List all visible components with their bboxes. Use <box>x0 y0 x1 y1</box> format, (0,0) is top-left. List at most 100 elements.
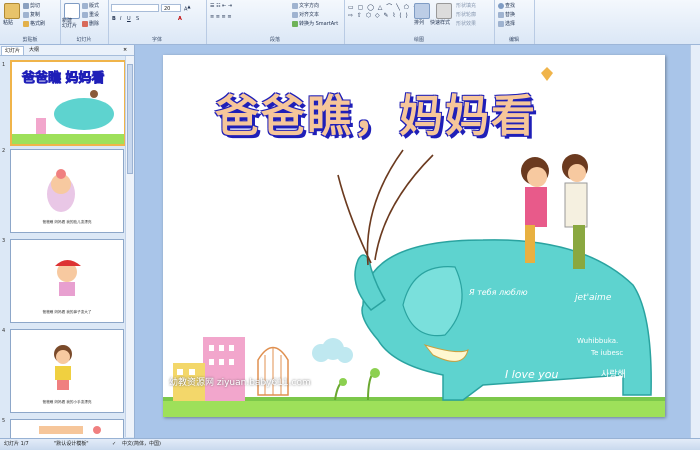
thumb-number: 5 <box>2 418 6 424</box>
panel-tabs: 幻灯片 大纲 × <box>0 45 134 56</box>
svg-text:爸爸瞧 妈妈看: 爸爸瞧 妈妈看 <box>21 70 105 86</box>
format-painter-button[interactable]: 格式刷 <box>23 20 45 27</box>
shape-outline-button[interactable]: 形状轮廓 <box>456 11 476 18</box>
slide-thumbnail-1[interactable]: 爸爸瞧 妈妈看 <box>10 60 126 146</box>
text-direction-button[interactable]: 文字方向 <box>292 2 319 9</box>
editing-group-label: 编辑 <box>508 37 519 43</box>
theme-name: "默认设计模板" <box>54 441 89 447</box>
language[interactable]: 中文(简体，中国) <box>122 439 161 450</box>
paste-icon[interactable] <box>4 3 20 19</box>
thumb-caption: 爸爸瞧 妈妈看 我的鼻子变大了 <box>42 310 92 314</box>
status-bar: 幻灯片 1/7 "默认设计模板" ✓ 中文(简体，中国) <box>0 438 700 450</box>
text-direction-icon <box>292 2 298 9</box>
drawing-group: ▭ ▢ ◯ △ ⌒ ╲ ⬠ ☆ ⇨ ⇧ ⬡ ◇ ✎ ⌇ ⟨ ⟩ 排列 快速样式 … <box>344 0 495 44</box>
elephant-text-1: Я тебя люблю <box>469 288 528 297</box>
tab-slides[interactable]: 幻灯片 <box>1 46 25 55</box>
elephant-text-3: Wuhibbuka. <box>577 337 619 345</box>
font-color-button[interactable]: A <box>178 16 182 22</box>
select-button[interactable]: 选择 <box>498 20 515 27</box>
quick-styles-button[interactable]: 快速样式 <box>430 19 450 26</box>
elephant-text-6: 사랑해 <box>601 370 626 380</box>
thumb-number: 4 <box>2 328 6 334</box>
reset-button[interactable]: 重设 <box>82 11 99 18</box>
new-slide-icon[interactable] <box>64 3 80 19</box>
layout-button[interactable]: 版式 <box>82 2 99 9</box>
elephant-text-2: jet'aime <box>575 293 612 303</box>
drawing-group-label: 绘图 <box>413 37 424 43</box>
shape-effects-button[interactable]: 形状效果 <box>456 20 476 27</box>
slides-group: 新建 幻灯片 版式 重设 删除 幻灯片 <box>60 0 109 44</box>
slide-thumbnail-5[interactable] <box>10 419 124 439</box>
thumb-caption: 爸爸瞧 妈妈看 我的脸儿变漂亮 <box>42 220 92 224</box>
new-slide-button[interactable]: 新建 幻灯片 <box>62 19 77 29</box>
copy-button[interactable]: 复制 <box>23 11 40 18</box>
panel-scrollbar-thumb[interactable] <box>127 64 133 174</box>
shapes-gallery[interactable]: ▭ ▢ ◯ △ ⌒ ╲ ⬠ ☆ <box>348 2 419 11</box>
strikethrough-button[interactable]: S <box>136 16 139 22</box>
slide-canvas[interactable]: 爸爸瞧，妈妈看 Я тебя люблю jet'aime Wuhibbuka.… <box>163 55 665 417</box>
thumb-number: 3 <box>2 238 6 244</box>
clipboard-group: 粘贴 剪切 复制 格式刷 剪贴板 <box>0 0 61 44</box>
thumb-1-preview: 爸爸瞧 妈妈看 <box>12 70 124 144</box>
arrange-icon[interactable] <box>414 3 430 19</box>
thumb-number: 1 <box>2 62 6 68</box>
shapes-gallery-row2[interactable]: ⇨ ⇧ ⬡ ◇ ✎ ⌇ ⟨ ⟩ <box>348 12 409 19</box>
grow-font-button[interactable]: A▲ <box>184 4 191 13</box>
font-group: 20 A▲ B I U S A 字体 <box>108 0 207 44</box>
slide-scrollbar[interactable] <box>690 45 700 438</box>
thumb-caption: 爸爸瞧 妈妈看 我的小手变漂亮 <box>42 400 92 404</box>
font-size-combo[interactable]: 20 <box>161 4 181 12</box>
tab-outline[interactable]: 大纲 <box>26 46 42 54</box>
replace-button[interactable]: 替换 <box>498 11 515 18</box>
clipboard-group-label: 剪贴板 <box>22 37 38 43</box>
align-text-icon <box>292 11 298 18</box>
slide-thumbnail-3[interactable]: 爸爸瞧 妈妈看 我的鼻子变大了 <box>10 239 124 323</box>
underline-button[interactable]: U <box>127 16 131 22</box>
slide-thumbnail-2[interactable]: 爸爸瞧 妈妈看 我的脸儿变漂亮 <box>10 149 124 233</box>
thumb-number: 2 <box>2 148 6 154</box>
italic-button[interactable]: I <box>120 16 121 22</box>
bullets-button[interactable]: ☰ ☷ ⇤ ⇥ <box>210 3 232 9</box>
elephant-text-5: I love you <box>505 368 559 381</box>
slides-panel: 幻灯片 大纲 × 1 爸爸瞧 妈妈看 2 爸爸瞧 妈妈看 我的脸儿变漂亮 3 爸… <box>0 45 135 439</box>
find-icon <box>498 2 504 9</box>
slides-group-label: 幻灯片 <box>76 37 92 43</box>
layout-icon <box>82 2 88 9</box>
elephant-text-4: Te iubesc <box>591 349 624 357</box>
replace-icon <box>498 11 504 18</box>
heart-icon <box>541 67 553 81</box>
bold-button[interactable]: B <box>112 16 116 22</box>
arrange-button[interactable]: 排列 <box>414 19 424 26</box>
scissors-icon <box>23 2 29 9</box>
paste-button[interactable]: 粘贴 <box>3 19 13 26</box>
smartart-button[interactable]: 转换为 SmartArt <box>292 20 338 27</box>
close-panel-icon[interactable]: × <box>120 46 130 54</box>
delete-button[interactable]: 删除 <box>82 20 99 27</box>
copy-icon <box>23 11 29 18</box>
brush-icon <box>23 20 29 27</box>
align-text-button[interactable]: 对齐文本 <box>292 11 319 18</box>
thumb-5-preview <box>39 426 101 434</box>
slide-title[interactable]: 爸爸瞧，妈妈看 <box>215 80 537 144</box>
smartart-icon <box>292 20 298 27</box>
grass <box>163 400 665 417</box>
font-group-label: 字体 <box>151 37 162 43</box>
cut-button[interactable]: 剪切 <box>23 2 40 9</box>
watermark: 幼教资源网 ziyuan.baby611.com <box>169 378 311 388</box>
spellcheck-icon[interactable]: ✓ <box>112 439 116 450</box>
shape-fill-button[interactable]: 形状填充 <box>456 2 476 9</box>
reset-icon <box>82 11 88 18</box>
find-button[interactable]: 查找 <box>498 2 515 9</box>
quick-styles-icon[interactable] <box>436 3 452 19</box>
align-buttons[interactable]: ≡ ≡ ≡ ≡ <box>210 14 232 20</box>
editing-group: 查找 替换 选择 编辑 <box>494 0 535 44</box>
paragraph-group-label: 段落 <box>269 37 280 43</box>
slide-thumbnail-4[interactable]: 爸爸瞧 妈妈看 我的小手变漂亮 <box>10 329 124 413</box>
font-name-combo[interactable] <box>111 4 159 12</box>
paragraph-group: ☰ ☷ ⇤ ⇥ ≡ ≡ ≡ ≡ 文字方向 对齐文本 转换为 SmartArt 段… <box>206 0 345 44</box>
slide-count: 幻灯片 1/7 <box>4 441 29 447</box>
delete-icon <box>82 20 88 27</box>
panel-scrollbar[interactable] <box>125 56 134 437</box>
select-icon <box>498 20 504 27</box>
ribbon: 粘贴 剪切 复制 格式刷 剪贴板 新建 幻灯片 版式 重设 删除 幻灯片 20 … <box>0 0 700 45</box>
